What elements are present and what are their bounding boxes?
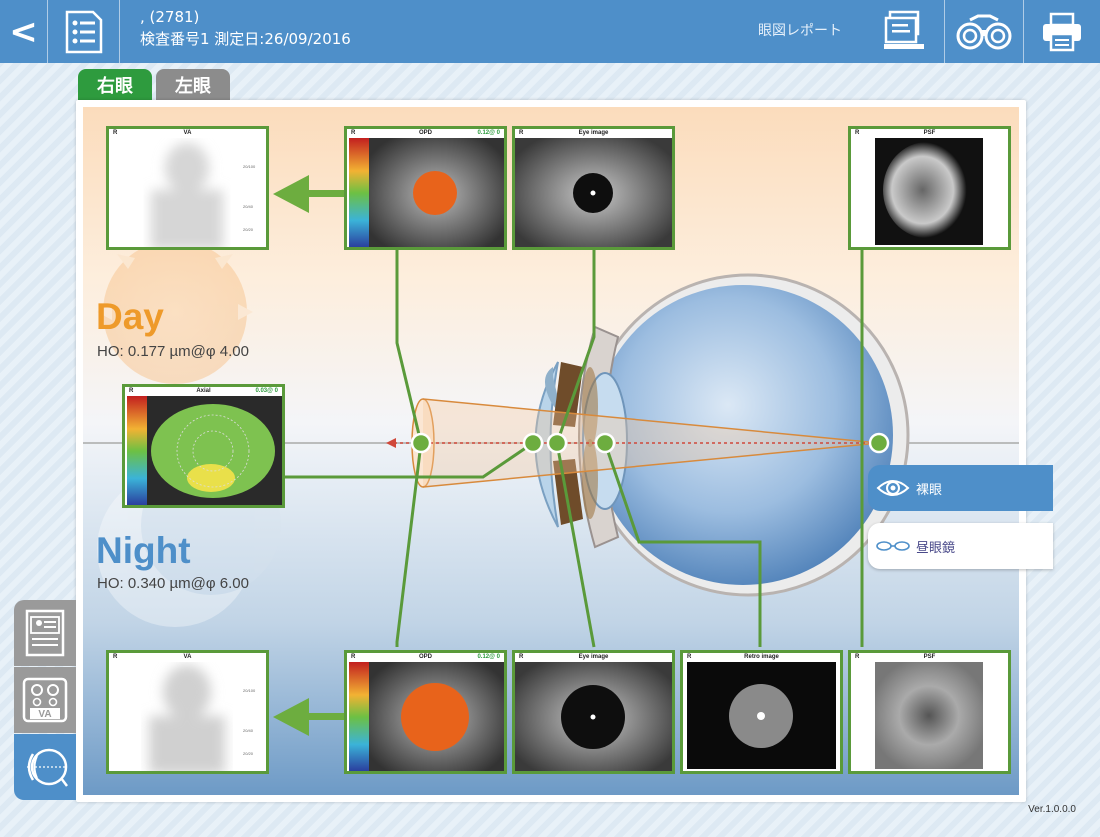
opd-map-image — [349, 662, 504, 771]
naked-eye-mode-button[interactable]: 裸眼 — [868, 465, 1053, 511]
psf-image — [875, 662, 983, 769]
eye-diagram-panel: Day HO: 0.177 µm@φ 4.00 Night HO: 0.340 … — [76, 100, 1026, 802]
patient-card-icon — [25, 609, 65, 657]
psf-image — [875, 138, 983, 245]
svg-text:20/40: 20/40 — [243, 728, 254, 733]
report-button[interactable] — [866, 0, 945, 63]
day-eye-tile[interactable]: R Eye image — [512, 126, 675, 250]
eye-icon — [876, 480, 910, 496]
tile-title: Eye image — [578, 130, 609, 136]
retro-image — [687, 662, 836, 769]
printer-icon — [1043, 12, 1081, 51]
day-label: Day — [96, 296, 164, 337]
va-chart-button[interactable]: VA — [14, 667, 76, 733]
day-psf-tile[interactable]: R PSF — [848, 126, 1011, 250]
va-chart-icon: VA — [22, 677, 68, 723]
tile-title: Eye image — [578, 654, 609, 660]
day-va-tile[interactable]: R VA 20/100 20/40 20/20 — [106, 126, 269, 250]
opd-map-image — [349, 138, 504, 247]
report-icon — [884, 10, 924, 49]
version-label: Ver.1.0.0.0 — [1028, 804, 1076, 815]
patient-card-button[interactable] — [14, 600, 76, 666]
svg-text:20/40: 20/40 — [243, 204, 254, 209]
va-chart-image: 20/100 20/40 20/20 — [149, 665, 256, 771]
diagram-background: Day HO: 0.177 µm@φ 4.00 Night HO: 0.340 … — [83, 107, 1019, 795]
eye-anatomy-icon — [27, 748, 68, 787]
night-psf-tile[interactable]: R PSF — [848, 650, 1011, 774]
va-chart-label: VA — [38, 709, 51, 720]
tile-title: VA — [183, 654, 192, 660]
night-ho-value: HO: 0.340 µm@φ 6.00 — [97, 575, 249, 592]
tile-title: Retro image — [744, 654, 779, 660]
refractor-button[interactable] — [945, 0, 1024, 63]
header-bar: < , (2781) 検査番号1 測定日:26/09/2016 眼図レポート — [0, 0, 1100, 63]
patient-id: , (2781) — [140, 8, 200, 26]
va-chart-image: 20/100 20/40 20/20 — [151, 143, 256, 247]
eye-image — [515, 138, 672, 247]
tile-title: PSF — [923, 130, 936, 136]
svg-text:20/100: 20/100 — [243, 164, 256, 169]
report-title: 眼図レポート — [758, 23, 842, 39]
patient-list-button[interactable] — [48, 0, 120, 63]
naked-eye-label: 裸眼 — [916, 482, 943, 498]
glasses-mode-button[interactable]: 昼眼鏡 — [868, 523, 1053, 569]
day-ho-value: HO: 0.177 µm@φ 4.00 — [97, 343, 249, 360]
svg-text:20/20: 20/20 — [243, 227, 254, 232]
eye-image — [515, 662, 672, 771]
axial-map-tile[interactable]: R Axial 0.03@ 0 — [122, 384, 285, 508]
svg-text:20/100: 20/100 — [243, 688, 256, 693]
svg-text:20/20: 20/20 — [243, 751, 254, 756]
night-opd-tile[interactable]: R OPD 0.12@ 0 — [344, 650, 507, 774]
refractor-icon — [956, 14, 1012, 49]
chevron-left-icon: < — [9, 11, 38, 52]
glasses-icon — [876, 541, 910, 551]
night-va-tile[interactable]: R VA 20/100 20/40 20/20 — [106, 650, 269, 774]
night-label: Night — [96, 530, 191, 571]
tab-left-eye[interactable]: 左眼 — [156, 69, 230, 101]
print-button[interactable] — [1024, 0, 1100, 63]
tab-right-eye[interactable]: 右眼 — [78, 69, 152, 101]
night-retro-tile[interactable]: R Retro image — [680, 650, 843, 774]
night-eye-tile[interactable]: R Eye image — [512, 650, 675, 774]
axial-map-image — [127, 396, 282, 505]
tile-title: VA — [183, 130, 192, 136]
back-button[interactable]: < — [0, 0, 48, 63]
exam-info: 検査番号1 測定日:26/09/2016 — [140, 30, 351, 48]
day-opd-tile[interactable]: R OPD 0.12@ 0 — [344, 126, 507, 250]
patient-list-icon — [65, 10, 102, 53]
tile-title: PSF — [923, 654, 936, 660]
glasses-label: 昼眼鏡 — [916, 540, 956, 556]
eye-anatomy-button[interactable] — [14, 734, 76, 800]
